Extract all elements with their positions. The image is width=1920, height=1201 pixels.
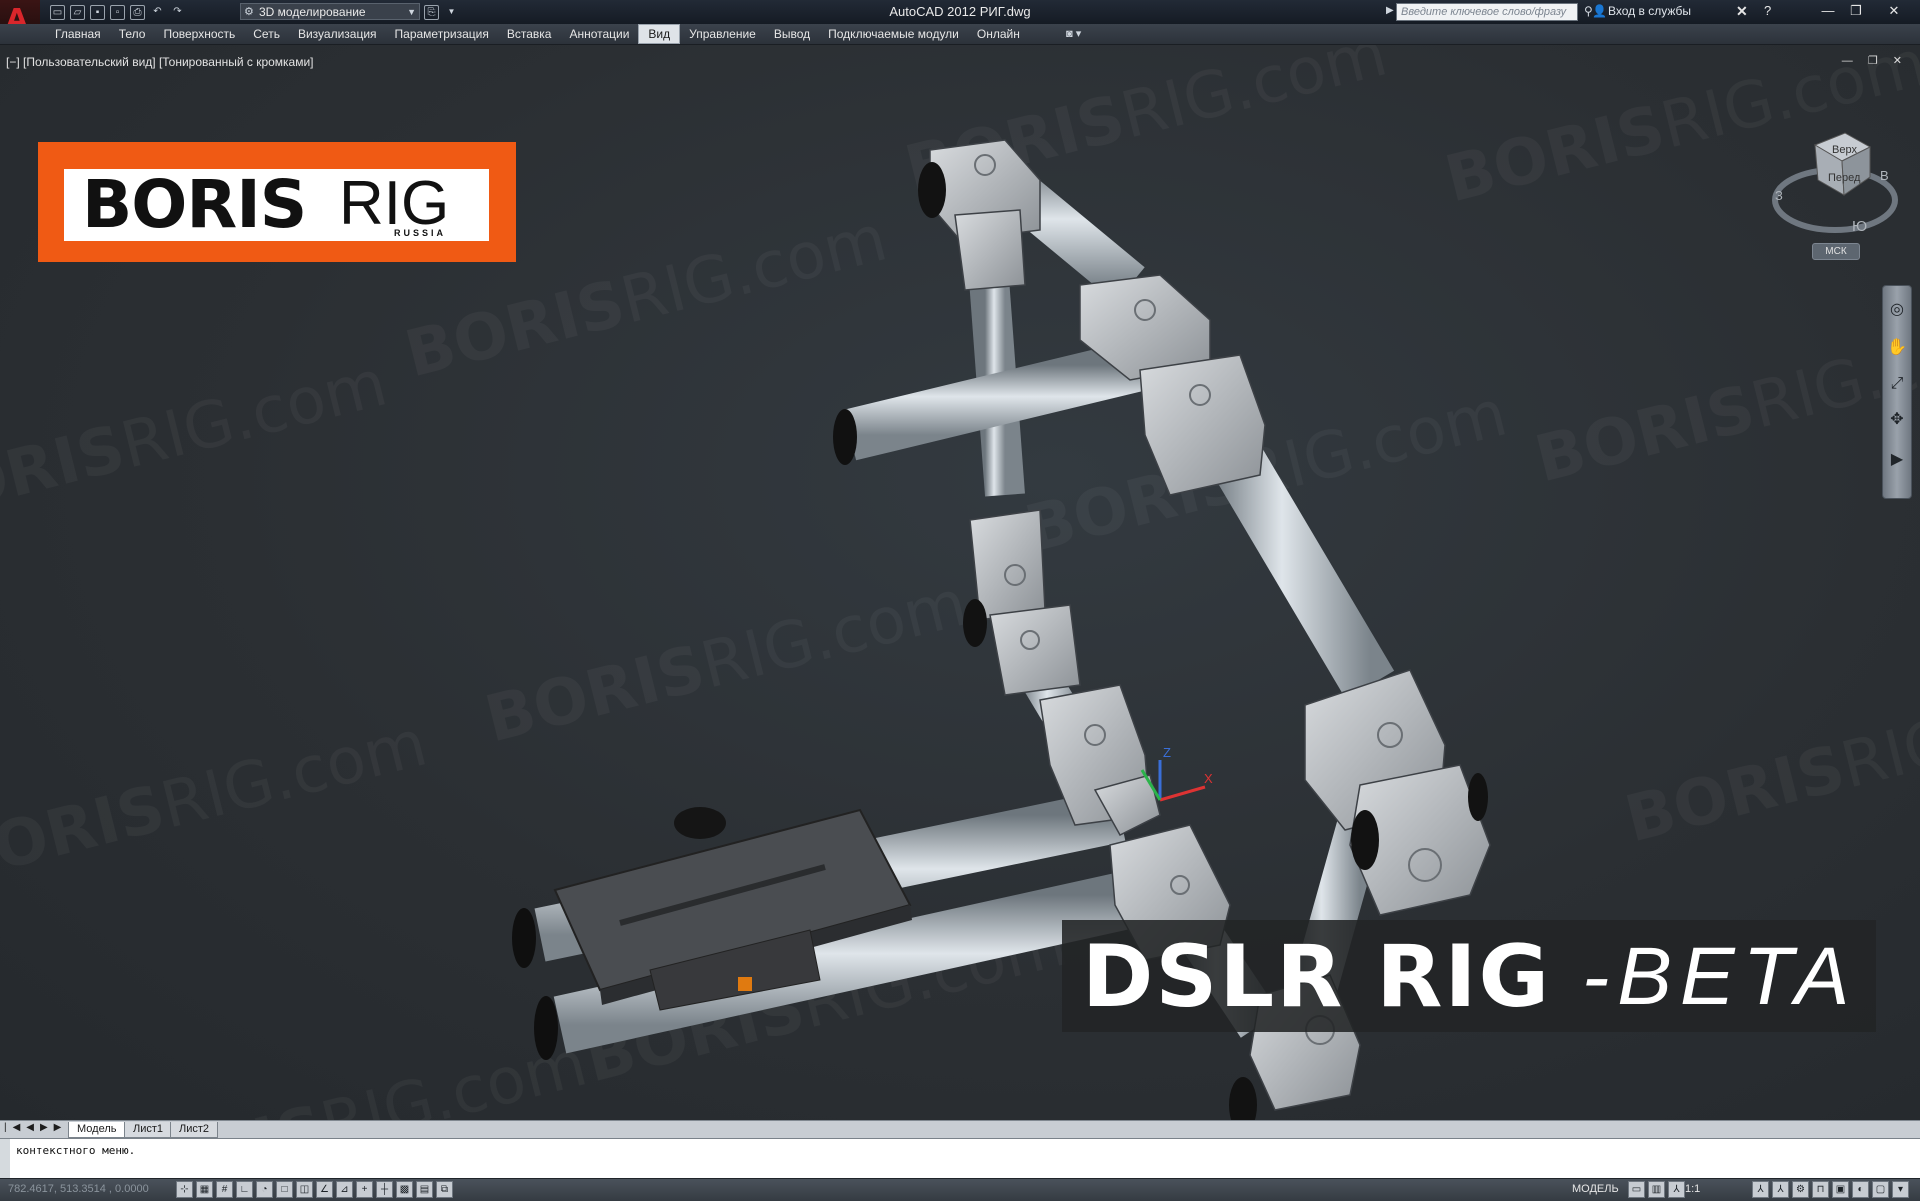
search-input[interactable]: Введите ключевое слово/фразу bbox=[1396, 3, 1578, 21]
ucs-dropdown[interactable]: МСК bbox=[1812, 243, 1860, 260]
ribbon-options-icon[interactable]: ◙ ▾ bbox=[1066, 27, 1081, 40]
layout-tab[interactable]: Модель bbox=[68, 1122, 126, 1138]
minimize-button[interactable]: — bbox=[1816, 2, 1840, 20]
ribbon-tab[interactable]: Вывод bbox=[765, 24, 819, 44]
ribbon-tab[interactable]: Управление bbox=[680, 24, 765, 44]
user-icon: 👤 bbox=[1592, 4, 1607, 18]
close-button[interactable]: ✕ bbox=[1882, 2, 1906, 20]
selection-cycling-icon[interactable]: ⧉ bbox=[436, 1181, 453, 1198]
layout-tab[interactable]: Лист2 bbox=[170, 1122, 219, 1138]
viewcube-south[interactable]: Ю bbox=[1852, 218, 1867, 235]
auto-scale-icon[interactable]: ⅄ bbox=[1772, 1181, 1789, 1198]
ribbon-tab[interactable]: Вставка bbox=[498, 24, 561, 44]
snap-icon[interactable]: ▦ bbox=[196, 1181, 213, 1198]
title-bar: A ▭ ▱ ▪ ▫ ⎙ ↶ ↷ ⚙ 3D моделирование ▼ ⎘ ▼… bbox=[0, 0, 1920, 44]
ribbon-tab[interactable]: Онлайн bbox=[968, 24, 1029, 44]
tray-icons: ⅄ ⅄ ⚙ ⊓ ▣ ◐ ▢ ▾ bbox=[1752, 1181, 1909, 1198]
restore-button[interactable]: ❐ bbox=[1844, 2, 1868, 20]
annotation-scale[interactable]: 1:1 bbox=[1685, 1183, 1700, 1195]
status-bar: 782.4617, 513.3514 , 0.0000 ⊹ ▦ # ∟ ◔ □ … bbox=[0, 1178, 1920, 1201]
workspace-switch-icon[interactable]: ⚙ bbox=[1792, 1181, 1809, 1198]
command-line-grip[interactable] bbox=[0, 1139, 10, 1179]
infer-constraints-icon[interactable]: ⊹ bbox=[176, 1181, 193, 1198]
command-history: контекстного меню. bbox=[16, 1144, 136, 1157]
ucs-z-label: Z bbox=[1163, 745, 1171, 760]
drawing-viewport[interactable]: [−] [Пользовательский вид] [Тонированный… bbox=[0, 45, 1920, 1120]
viewcube-front[interactable]: Перед bbox=[1828, 172, 1861, 184]
viewcube-west[interactable]: З bbox=[1775, 188, 1783, 203]
ucs-x-label: X bbox=[1204, 771, 1213, 786]
osnap-icon[interactable]: □ bbox=[276, 1181, 293, 1198]
layout-icons: ▭ ▥ ⅄ bbox=[1628, 1181, 1685, 1198]
exchange-icon[interactable]: ✕ bbox=[1736, 3, 1748, 20]
ribbon-tab[interactable]: Тело bbox=[110, 24, 155, 44]
annotation-scale-icon[interactable]: ⅄ bbox=[1668, 1181, 1685, 1198]
signin-button[interactable]: Вход в службы bbox=[1608, 4, 1691, 18]
borisrig-logo: BORIS RIG RUSSIA bbox=[38, 142, 516, 262]
quick-view-drawings-icon[interactable]: ▥ bbox=[1648, 1181, 1665, 1198]
hardware-acceleration-icon[interactable]: ▣ bbox=[1832, 1181, 1849, 1198]
banner-bold-text: DSLR RIG bbox=[1082, 927, 1552, 1027]
steering-wheel-icon[interactable]: ◎ bbox=[1887, 300, 1907, 320]
polar-icon[interactable]: ◔ bbox=[256, 1181, 273, 1198]
ducs-icon[interactable]: ⊿ bbox=[336, 1181, 353, 1198]
ribbon-tab[interactable]: Вид bbox=[638, 24, 681, 44]
layout-nav-arrows[interactable]: |◀◀▶▶| bbox=[4, 1122, 76, 1133]
viewcube-top[interactable]: Верх bbox=[1832, 144, 1857, 156]
navigation-bar: ◎ ✋ ⤢ ✥ ▶ bbox=[1882, 285, 1912, 499]
viewcube[interactable]: Верх Перед З В Ю bbox=[1770, 115, 1900, 235]
ribbon-tab[interactable]: Визуализация bbox=[289, 24, 386, 44]
layout-tabs-bar: |◀◀▶▶| Модель Лист1 Лист2 bbox=[0, 1120, 1920, 1138]
dslr-rig-banner: DSLR RIG -BETA bbox=[1062, 920, 1876, 1032]
isolate-objects-icon[interactable]: ◐ bbox=[1852, 1181, 1869, 1198]
quick-view-layouts-icon[interactable]: ▭ bbox=[1628, 1181, 1645, 1198]
clean-screen-icon[interactable]: ▢ bbox=[1872, 1181, 1889, 1198]
help-icon[interactable]: ? bbox=[1764, 3, 1771, 18]
lock-icon[interactable]: ⊓ bbox=[1812, 1181, 1829, 1198]
logo-sub-text: RUSSIA bbox=[394, 228, 447, 238]
ribbon-tab[interactable]: Подключаемые модули bbox=[819, 24, 968, 44]
annotation-visibility-icon[interactable]: ⅄ bbox=[1752, 1181, 1769, 1198]
showmotion-icon[interactable]: ▶ bbox=[1887, 450, 1907, 470]
model-space-toggle[interactable]: МОДЕЛЬ bbox=[1572, 1183, 1619, 1195]
coordinates-readout[interactable]: 782.4617, 513.3514 , 0.0000 bbox=[8, 1183, 149, 1195]
logo-bold-text: BORIS bbox=[82, 166, 307, 243]
otrack-icon[interactable]: ∠ bbox=[316, 1181, 333, 1198]
ribbon-tabs: Главная Тело Поверхность Сеть Визуализация Па… bbox=[46, 24, 1029, 44]
ribbon-tab[interactable]: Параметризация bbox=[386, 24, 498, 44]
drafting-settings: ⊹ ▦ # ∟ ◔ □ ◫ ∠ ⊿ + ┼ ▩ ▤ ⧉ bbox=[176, 1181, 453, 1198]
status-menu-icon[interactable]: ▾ bbox=[1892, 1181, 1909, 1198]
ribbon-tab[interactable]: Сеть bbox=[244, 24, 289, 44]
transparency-icon[interactable]: ▩ bbox=[396, 1181, 413, 1198]
orbit-icon[interactable]: ✥ bbox=[1887, 410, 1907, 430]
ribbon-tab[interactable]: Поверхность bbox=[154, 24, 244, 44]
zoom-icon[interactable]: ⤢ bbox=[1887, 374, 1907, 394]
pan-icon[interactable]: ✋ bbox=[1887, 338, 1907, 358]
layout-tab[interactable]: Лист1 bbox=[124, 1122, 173, 1138]
search-expand-icon[interactable]: ▶ bbox=[1386, 5, 1394, 16]
command-line[interactable]: контекстного меню. bbox=[0, 1138, 1920, 1179]
ortho-icon[interactable]: ∟ bbox=[236, 1181, 253, 1198]
banner-script-text: -BETA bbox=[1582, 931, 1858, 1022]
dyn-icon[interactable]: + bbox=[356, 1181, 373, 1198]
viewcube-east[interactable]: В bbox=[1880, 168, 1889, 183]
ribbon-tab-bar: Главная Тело Поверхность Сеть Визуализация Па… bbox=[0, 24, 1920, 45]
grid-icon[interactable]: # bbox=[216, 1181, 233, 1198]
quick-properties-icon[interactable]: ▤ bbox=[416, 1181, 433, 1198]
lineweight-icon[interactable]: ┼ bbox=[376, 1181, 393, 1198]
3d-osnap-icon[interactable]: ◫ bbox=[296, 1181, 313, 1198]
ribbon-tab[interactable]: Главная bbox=[46, 24, 110, 44]
ribbon-tab[interactable]: Аннотации bbox=[560, 24, 638, 44]
